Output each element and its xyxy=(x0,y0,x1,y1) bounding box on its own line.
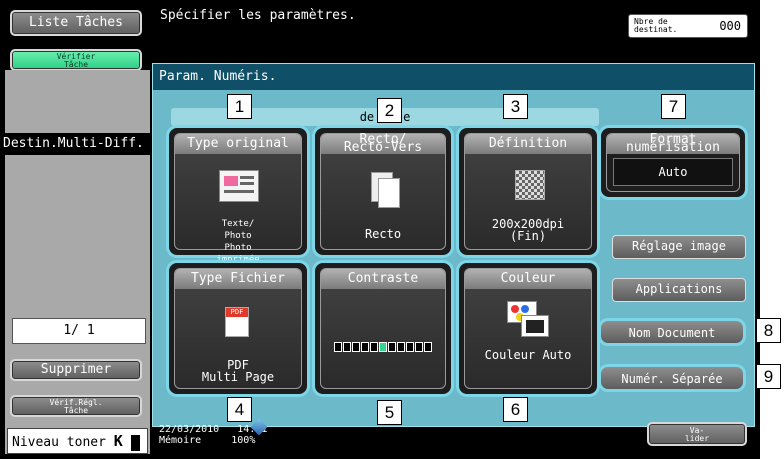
memory-value: 100% xyxy=(231,435,256,446)
type-original-value-line1: Texte/ xyxy=(221,219,255,229)
toner-k-icon: K xyxy=(113,432,123,450)
file-type-button[interactable]: Type Fichier PDF PDF Multi Page xyxy=(166,260,310,397)
format-num-button[interactable]: Format numérisation Auto xyxy=(598,125,748,200)
contrast-segment xyxy=(423,342,432,352)
recto-verso-inner: Recto/ Recto-Vers Recto xyxy=(320,133,446,250)
dest-label-line2: destinat. xyxy=(634,25,678,34)
type-original-value: Texte/ Photo Photo imprimée xyxy=(175,218,301,266)
toner-bar xyxy=(130,434,140,451)
callout-4: 4 xyxy=(227,397,252,422)
format-num-value: Auto xyxy=(613,158,733,186)
pdf-icon-label: PDF xyxy=(226,308,248,317)
type-original-value-line2: Photo xyxy=(224,231,252,241)
contrast-segment xyxy=(369,342,378,352)
memory-label: Mémoire xyxy=(159,435,202,446)
contrast-segment xyxy=(360,342,369,352)
contrast-segment xyxy=(414,342,423,352)
multi-dest-label: Destin.Multi-Diff. xyxy=(0,133,150,155)
format-num-title-line2: numérisation xyxy=(626,140,720,155)
format-num-title: Format numérisation xyxy=(607,133,739,155)
file-type-value-line2: Multi Page xyxy=(201,370,275,384)
contrast-segment xyxy=(396,342,405,352)
contrast-segment xyxy=(387,342,396,352)
list-tasks-button[interactable]: Liste Tâches xyxy=(10,10,142,36)
callout-1: 1 xyxy=(227,94,252,119)
callout-3: 3 xyxy=(503,94,528,119)
type-original-button[interactable]: Type original Texte/ Photo Photo imprimé… xyxy=(166,125,310,265)
definition-title: Définition xyxy=(465,134,591,154)
page-counter: 1/ 1 xyxy=(12,318,146,344)
recto-verso-button[interactable]: Recto/ Recto-Vers Recto xyxy=(312,125,454,258)
resolution-grid-icon xyxy=(515,170,545,200)
color-button[interactable]: Couleur Couleur Auto xyxy=(456,260,600,397)
delete-button[interactable]: Supprimer xyxy=(10,359,142,381)
panel-title: Param. Numéris. xyxy=(153,64,754,90)
validate-button[interactable]: Va- lider xyxy=(647,422,747,446)
file-type-title: Type Fichier xyxy=(175,269,301,289)
callout-9: 9 xyxy=(756,364,781,389)
contrast-level-indicator xyxy=(331,342,435,352)
contrast-segment xyxy=(342,342,351,352)
definition-value: 200x200dpi (Fin) xyxy=(465,218,591,242)
toner-level: Niveau toner K xyxy=(7,428,148,454)
separate-scan-button[interactable]: Numér. Séparée xyxy=(598,364,746,392)
definition-inner: Définition 200x200dpi (Fin) xyxy=(464,133,592,250)
contrast-segment xyxy=(405,342,414,352)
color-inner: Couleur Couleur Auto xyxy=(464,268,592,389)
verify-task-button[interactable]: Vérifier Tâche xyxy=(10,49,142,71)
section-label: de xyxy=(359,110,375,124)
contrast-inner: Contraste xyxy=(320,268,446,389)
document-photo-icon xyxy=(219,170,259,202)
verify-settings-line2: Tâche xyxy=(63,406,89,415)
callout-5: 5 xyxy=(377,400,402,425)
contrast-segment xyxy=(351,342,360,352)
callout-6: 6 xyxy=(503,397,528,422)
image-settings-button[interactable]: Réglage image xyxy=(612,235,746,259)
section-label-tail: e xyxy=(403,110,411,124)
definition-button[interactable]: Définition 200x200dpi (Fin) xyxy=(456,125,600,258)
recto-verso-title-line2: Recto-Vers xyxy=(343,140,423,155)
recto-verso-title: Recto/ Recto-Vers xyxy=(321,133,445,155)
contrast-button[interactable]: Contraste xyxy=(312,260,454,397)
file-type-value: PDF Multi Page xyxy=(175,359,301,383)
single-sided-icon-front xyxy=(378,178,400,208)
definition-value-line2: (Fin) xyxy=(509,229,547,243)
callout-7: 7 xyxy=(661,94,686,119)
status-date: 22/03/2010 xyxy=(159,424,220,435)
pdf-icon: PDF xyxy=(225,307,249,337)
contrast-segment xyxy=(333,342,342,352)
callout-8: 8 xyxy=(756,318,781,343)
instruction-text: Spécifier les paramètres. xyxy=(160,8,356,23)
contrast-title: Contraste xyxy=(321,269,445,289)
type-original-title: Type original xyxy=(175,134,301,154)
applications-button[interactable]: Applications xyxy=(612,278,746,302)
file-type-inner: Type Fichier PDF PDF Multi Page xyxy=(174,268,302,389)
color-title: Couleur xyxy=(465,269,591,289)
type-original-value-line3: Photo xyxy=(224,243,252,253)
callout-2: 2 xyxy=(377,98,402,123)
color-value: Couleur Auto xyxy=(484,348,572,362)
validate-line2: lider xyxy=(684,434,710,443)
verify-task-line2: Tâche xyxy=(63,60,89,69)
toner-label: Niveau toner xyxy=(12,435,106,450)
contrast-segment xyxy=(378,342,387,352)
color-mode-icon xyxy=(507,301,551,339)
type-original-inner: Type original Texte/ Photo Photo imprimé… xyxy=(174,133,302,265)
document-name-button[interactable]: Nom Document xyxy=(598,318,746,346)
format-num-inner: Format numérisation Auto xyxy=(606,133,740,192)
destination-counter: Nbre de destinat. 000 xyxy=(628,14,748,38)
dest-label: Nbre de destinat. xyxy=(634,18,677,34)
recto-verso-value: Recto xyxy=(364,227,402,241)
verify-settings-button[interactable]: Vérif.Régl. Tâche xyxy=(10,395,142,417)
copier-screen: Liste Tâches Vérifier Tâche Destin.Multi… xyxy=(0,0,760,459)
dest-count: 000 xyxy=(719,19,741,33)
